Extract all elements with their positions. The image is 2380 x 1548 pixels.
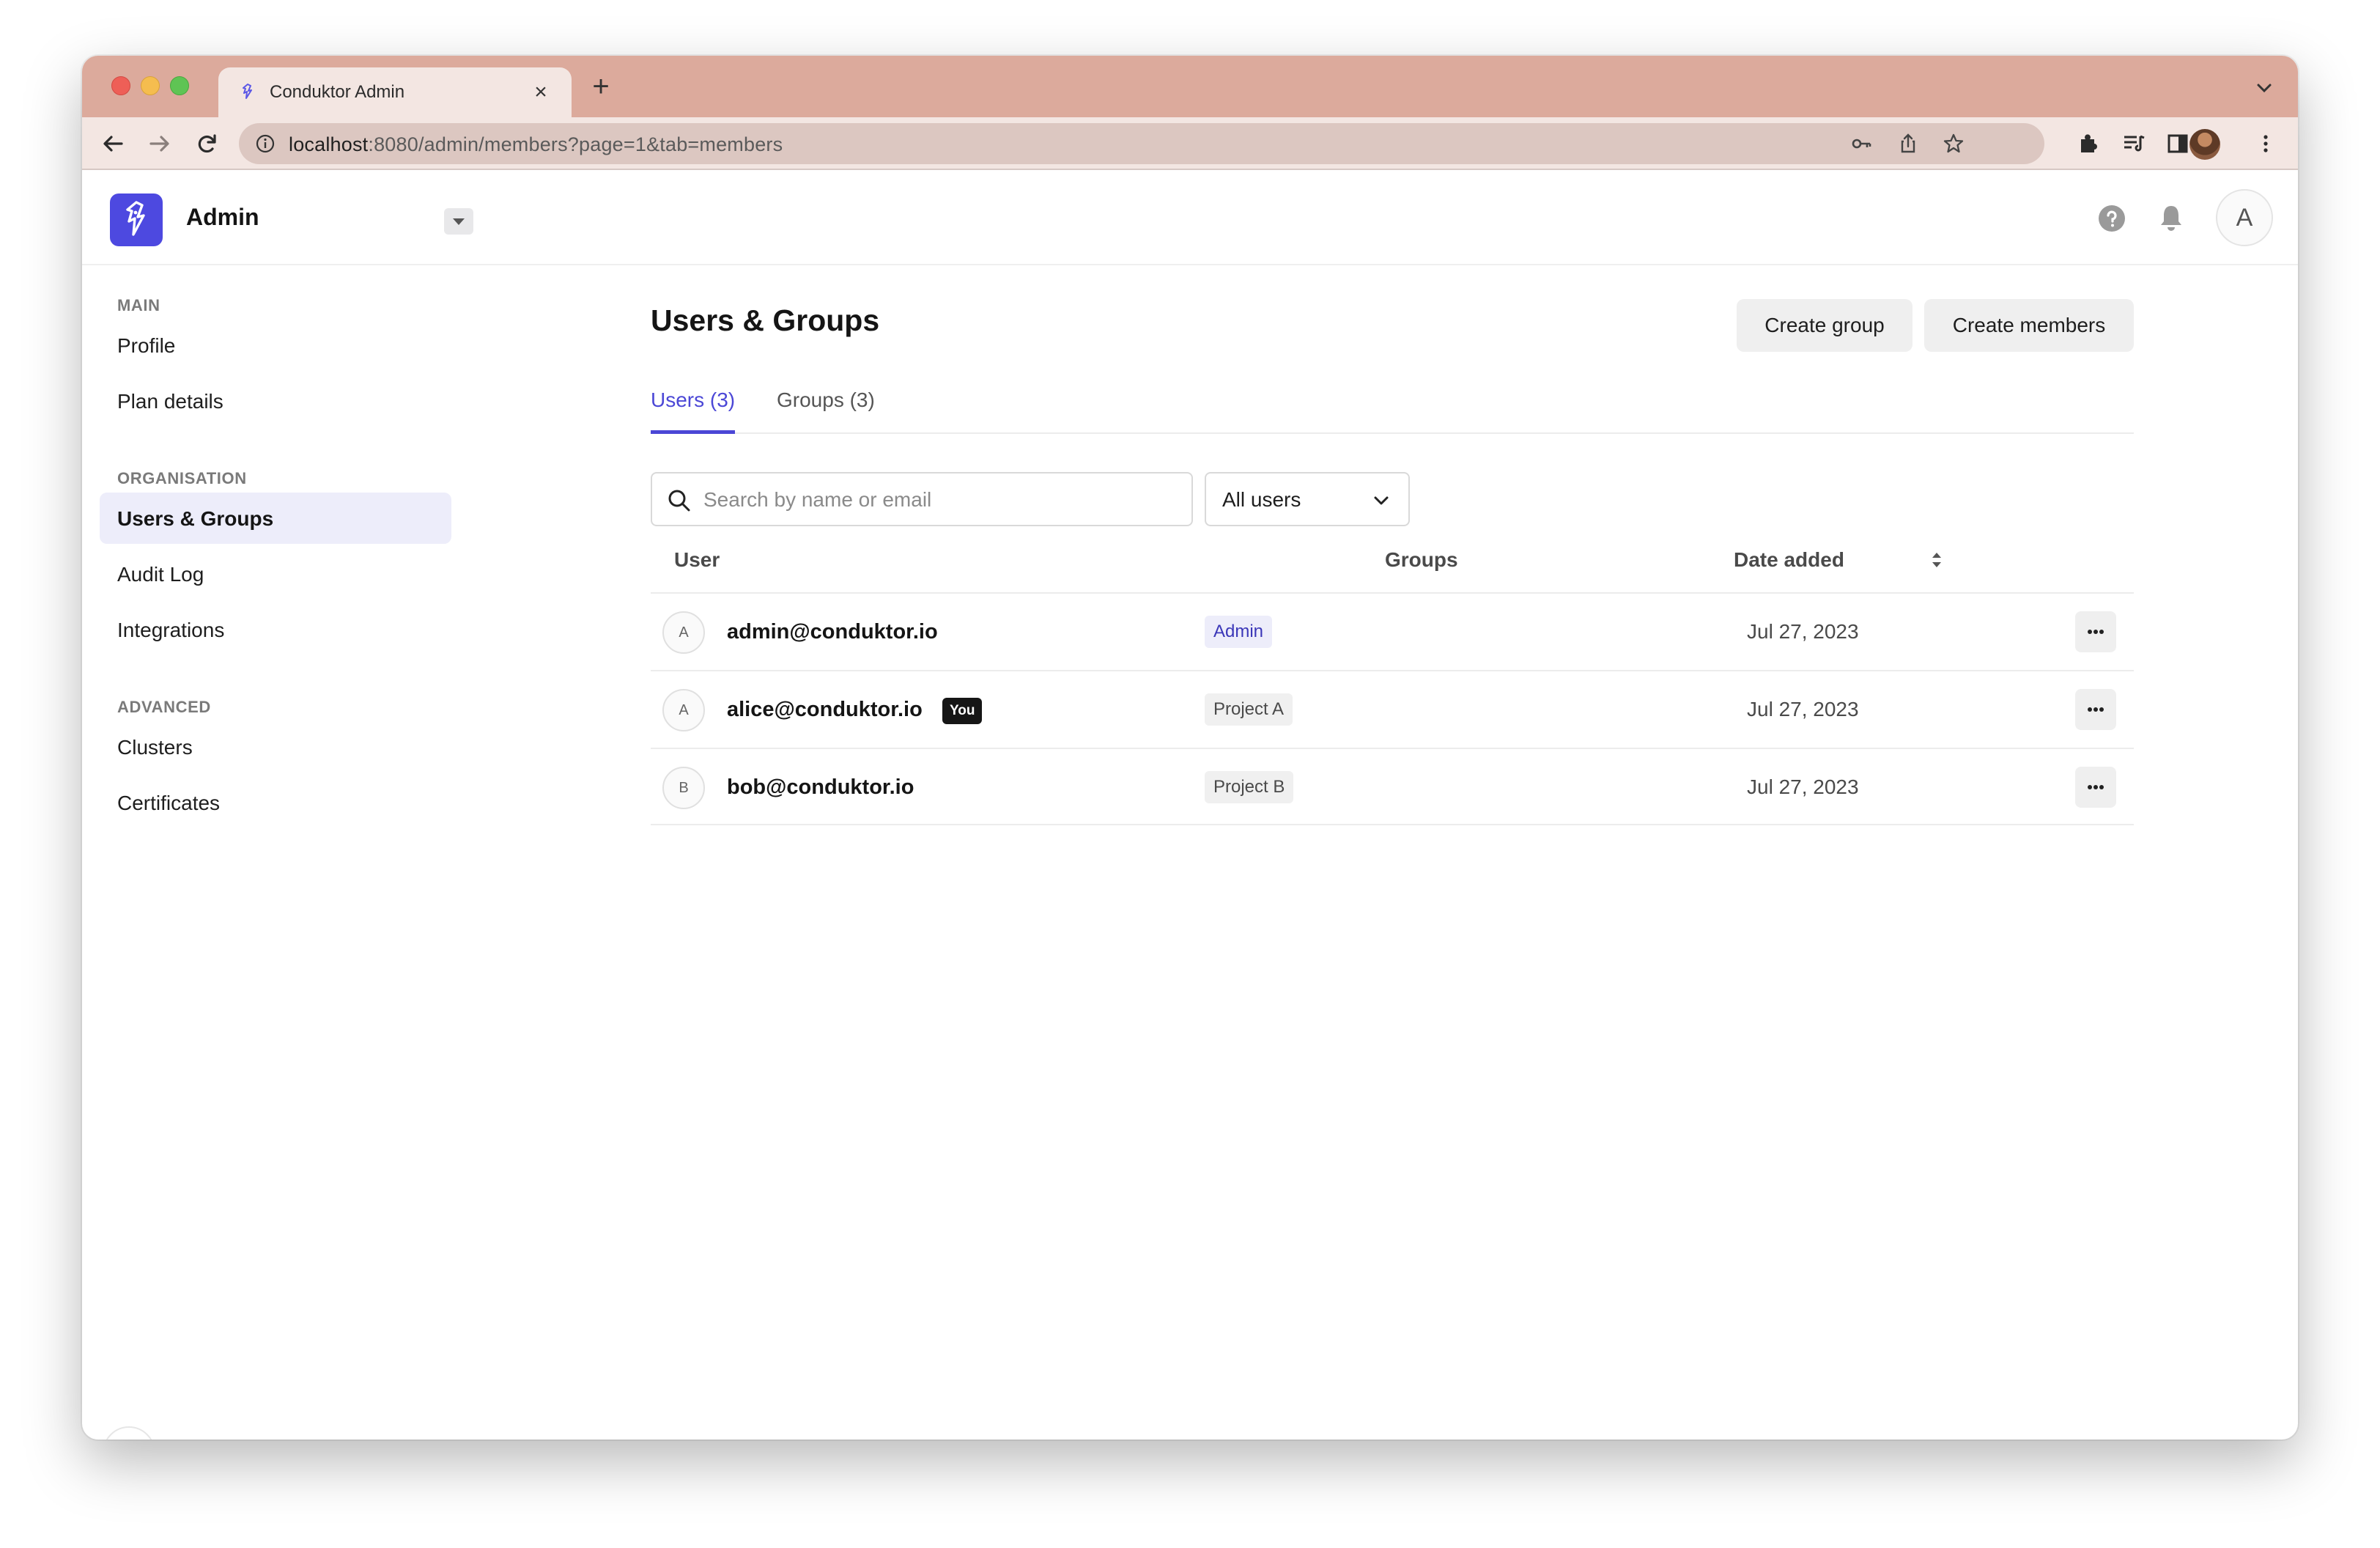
sidebar-section-advanced: ADVANCED xyxy=(117,698,211,716)
group-badge: Project B xyxy=(1205,771,1294,803)
more-horizontal-icon xyxy=(2088,630,2104,634)
reload-icon xyxy=(198,134,216,153)
arrow-left-icon xyxy=(103,136,123,152)
conduktor-favicon-icon xyxy=(243,84,252,99)
column-header-groups: Groups xyxy=(1385,548,1458,571)
url-host: localhost xyxy=(289,133,369,155)
conduktor-logo-icon xyxy=(126,201,145,236)
site-info-icon[interactable] xyxy=(255,133,276,154)
app-header: Admin A xyxy=(82,172,2298,265)
date-added: Jul 27, 2023 xyxy=(1747,775,1859,798)
user-email: alice@conduktor.io xyxy=(727,698,923,721)
tab-bar: Users (3) Groups (3) xyxy=(651,384,2134,434)
sidebar: MAIN Profile Plan details ORGANISATION U… xyxy=(82,265,492,1440)
sidebar-section-main: MAIN xyxy=(117,296,160,314)
minimize-window-button[interactable] xyxy=(141,76,160,95)
share-icon[interactable] xyxy=(1896,132,1920,155)
page-title: Users & Groups xyxy=(651,303,880,337)
app-name: Admin xyxy=(186,204,259,230)
url-path: :8080/admin/members?page=1&tab=members xyxy=(368,133,783,155)
sidebar-section-organisation: ORGANISATION xyxy=(117,469,247,487)
conduktor-logo[interactable] xyxy=(110,194,163,246)
user-filter-value: All users xyxy=(1222,488,1301,511)
sidebar-item-label: Certificates xyxy=(117,792,221,814)
url-text: localhost:8080/admin/members?page=1&tab=… xyxy=(289,133,783,156)
date-added: Jul 27, 2023 xyxy=(1747,620,1859,643)
sidebar-item-label: Audit Log xyxy=(117,563,204,586)
app-switcher-button[interactable] xyxy=(444,208,473,235)
side-panel-icon[interactable] xyxy=(2165,130,2191,157)
theme-toggle-button[interactable] xyxy=(103,1426,155,1440)
sidebar-item-label: Plan details xyxy=(117,390,223,413)
sort-icon[interactable] xyxy=(1927,548,1946,572)
sidebar-item-audit-log[interactable]: Audit Log xyxy=(100,548,451,600)
avatar: A xyxy=(662,689,705,731)
search-icon xyxy=(668,490,690,512)
sidebar-item-certificates[interactable]: Certificates xyxy=(100,777,451,828)
notifications-bell-icon[interactable] xyxy=(2156,202,2187,233)
new-tab-button[interactable]: + xyxy=(585,70,617,103)
reading-list-icon[interactable] xyxy=(2121,130,2147,157)
browser-profile-avatar[interactable] xyxy=(2189,129,2220,160)
row-actions-button[interactable] xyxy=(2075,767,2116,808)
create-members-button[interactable]: Create members xyxy=(1924,299,2134,352)
sidebar-item-plan-details[interactable]: Plan details xyxy=(100,375,451,427)
bookmark-star-icon[interactable] xyxy=(1942,132,1965,155)
group-badge: Project A xyxy=(1205,693,1293,726)
you-badge: You xyxy=(942,698,983,724)
arrow-right-icon xyxy=(149,136,169,152)
sidebar-item-label: Integrations xyxy=(117,619,225,641)
avatar: B xyxy=(662,767,705,809)
browser-tab-title: Conduktor Admin xyxy=(270,82,405,102)
browser-toolbar: localhost:8080/admin/members?page=1&tab=… xyxy=(82,117,2298,170)
column-header-user: User xyxy=(674,548,720,571)
user-email: admin@conduktor.io xyxy=(727,620,938,644)
address-bar[interactable]: localhost:8080/admin/members?page=1&tab=… xyxy=(239,123,2044,164)
browser-tab-active[interactable]: Conduktor Admin × xyxy=(218,67,572,117)
sidebar-item-profile[interactable]: Profile xyxy=(100,320,451,371)
sidebar-item-label: Profile xyxy=(117,334,176,357)
moon-icon xyxy=(104,1428,154,1440)
table-row[interactable]: A admin@conduktor.io Admin Jul 27, 2023 xyxy=(651,592,2134,670)
tab-users[interactable]: Users (3) xyxy=(651,388,736,434)
more-horizontal-icon xyxy=(2088,785,2104,789)
close-window-button[interactable] xyxy=(111,76,130,95)
extensions-puzzle-icon[interactable] xyxy=(2075,130,2102,157)
tab-groups[interactable]: Groups (3) xyxy=(777,388,875,434)
table-row[interactable]: A alice@conduktor.io You Project A Jul 2… xyxy=(651,670,2134,748)
sidebar-item-label: Users & Groups xyxy=(117,507,274,530)
avatar: A xyxy=(662,611,705,654)
sidebar-item-integrations[interactable]: Integrations xyxy=(100,604,451,655)
browser-window: Conduktor Admin × + localhost:8080/admin… xyxy=(82,56,2298,1440)
table-row[interactable]: B bob@conduktor.io Project B Jul 27, 202… xyxy=(651,748,2134,825)
sidebar-item-users-groups[interactable]: Users & Groups xyxy=(100,493,451,544)
caret-down-icon xyxy=(453,218,465,225)
more-horizontal-icon xyxy=(2088,707,2104,712)
key-icon[interactable] xyxy=(1849,132,1873,155)
date-added: Jul 27, 2023 xyxy=(1747,698,1859,720)
help-icon[interactable] xyxy=(2097,204,2126,233)
chevron-down-icon xyxy=(1374,496,1389,505)
row-actions-button[interactable] xyxy=(2075,689,2116,730)
sidebar-item-label: Clusters xyxy=(117,736,193,759)
main-content: Users & Groups Create group Create membe… xyxy=(639,265,2134,1440)
browser-menu-kebab-icon[interactable] xyxy=(2252,130,2279,157)
sidebar-item-clusters[interactable]: Clusters xyxy=(100,721,451,773)
close-tab-icon[interactable]: × xyxy=(526,78,555,107)
maximize-window-button[interactable] xyxy=(170,76,189,95)
create-group-button[interactable]: Create group xyxy=(1737,299,1912,352)
reload-button[interactable] xyxy=(191,128,223,160)
row-actions-button[interactable] xyxy=(2075,611,2116,652)
search-input[interactable] xyxy=(703,482,1180,517)
user-avatar-button[interactable]: A xyxy=(2216,189,2273,246)
browser-tabstrip: Conduktor Admin × + xyxy=(82,56,2298,117)
back-button[interactable] xyxy=(97,128,129,160)
user-filter-select[interactable]: All users xyxy=(1205,472,1410,526)
tab-search-chevron-icon[interactable] xyxy=(2251,75,2277,101)
search-box xyxy=(651,472,1193,526)
group-badge: Admin xyxy=(1205,616,1273,648)
user-email: bob@conduktor.io xyxy=(727,775,914,799)
forward-button[interactable] xyxy=(144,128,176,160)
column-header-date-added[interactable]: Date added xyxy=(1734,548,1844,572)
